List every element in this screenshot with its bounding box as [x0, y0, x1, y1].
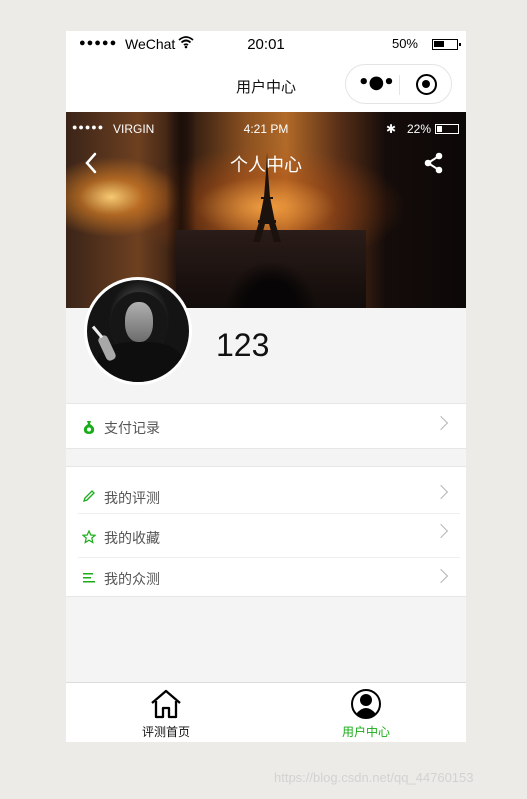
- chevron-right-icon: [433, 484, 449, 500]
- menu-item-my-crowdtests[interactable]: 我的众测: [66, 558, 466, 596]
- more-options-button[interactable]: •●•: [358, 73, 395, 93]
- banner-battery-icon: [435, 124, 459, 134]
- menu-group-payments: 支付记录: [66, 403, 466, 449]
- capsule-divider: [399, 75, 400, 95]
- menu-item-my-reviews[interactable]: 我的评测: [66, 467, 466, 514]
- mini-program-capsule: •●•: [345, 64, 452, 104]
- phone-screen: ●●●●● WeChat 20:01 50% 用户中心 •●• ●●●●● VI…: [66, 31, 466, 742]
- avatar[interactable]: [84, 277, 192, 385]
- banner-title: 个人中心: [230, 155, 302, 176]
- avatar-cigarette: [91, 325, 104, 339]
- banner-trees: [226, 262, 316, 308]
- menu-item-payment-records[interactable]: 支付记录: [66, 404, 466, 448]
- menu-item-label: 支付记录: [104, 421, 160, 437]
- nav-bar: 用户中心 •●•: [66, 59, 466, 112]
- money-bag-icon: [82, 419, 96, 434]
- close-mini-program-button[interactable]: [416, 74, 437, 95]
- tab-label: 评测首页: [141, 725, 190, 739]
- battery-percent: 50%: [391, 36, 418, 51]
- pencil-icon: [82, 488, 96, 503]
- chevron-right-icon: [433, 415, 449, 431]
- menu-item-label: 我的收藏: [104, 531, 160, 547]
- watermark: https://blog.csdn.net/qq_44760153: [274, 770, 474, 785]
- chevron-right-icon: [433, 568, 449, 584]
- status-bar: ●●●●● WeChat 20:01 50%: [66, 31, 466, 59]
- menu-group-mine: 我的评测 我的收藏 我的众测: [66, 466, 466, 597]
- menu-item-label: 我的评测: [104, 491, 160, 507]
- tab-bar: 评测首页 用户中心: [66, 682, 466, 742]
- avatar-face: [125, 302, 153, 342]
- tab-home[interactable]: 评测首页: [66, 683, 266, 742]
- tab-user-center[interactable]: 用户中心: [266, 683, 466, 742]
- chevron-right-icon: [433, 523, 449, 539]
- username: 123: [216, 327, 270, 363]
- menu-item-my-favorites[interactable]: 我的收藏: [66, 514, 466, 558]
- share-icon[interactable]: [424, 152, 444, 178]
- star-icon: [81, 529, 97, 544]
- home-icon: [149, 688, 183, 720]
- list-icon: [82, 570, 96, 584]
- tab-label: 用户中心: [341, 725, 390, 739]
- bluetooth-icon: ✱: [385, 122, 396, 136]
- battery-icon: [432, 39, 461, 50]
- menu-item-label: 我的众测: [104, 572, 160, 588]
- user-icon: [349, 688, 383, 720]
- banner-status-bar: ●●●●● VIRGIN 4:21 PM ✱ 22%: [66, 122, 466, 138]
- banner-battery-percent: 22%: [406, 122, 431, 136]
